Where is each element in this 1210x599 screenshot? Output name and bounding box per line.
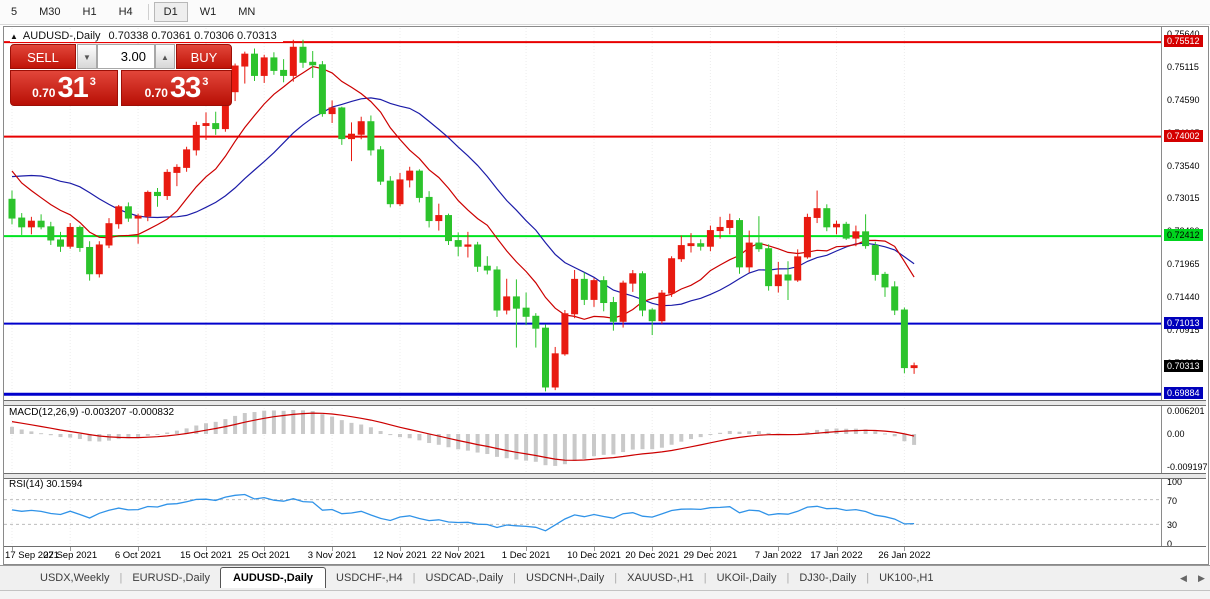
macd-axis[interactable]: 0.006201 0.00 -0.009197 bbox=[1163, 405, 1207, 473]
bid-pipette: 3 bbox=[90, 76, 96, 88]
collapse-triangle-icon[interactable]: ▲ bbox=[10, 32, 18, 41]
chart-window: ▲ AUDUSD-,Daily 0.70338 0.70361 0.70306 0.… bbox=[3, 26, 1209, 565]
bid-prefix: 0.70 bbox=[32, 86, 55, 100]
price-axis[interactable]: 0.756400.751150.745900.740650.735400.730… bbox=[1163, 27, 1207, 400]
tabs-scroll-left-icon[interactable]: ◀ bbox=[1180, 573, 1187, 584]
timeframe-button-5[interactable]: 5 bbox=[1, 2, 27, 22]
timeframe-button-mn[interactable]: MN bbox=[228, 2, 265, 22]
panel-divider[interactable] bbox=[4, 400, 1206, 406]
price-tick: 0.73015 bbox=[1167, 193, 1200, 203]
status-strip bbox=[0, 590, 1210, 599]
rsi-label: RSI(14) 30.1594 bbox=[9, 479, 82, 490]
ask-price-box[interactable]: 0.70 33 3 bbox=[121, 70, 232, 106]
time-label: 7 Jan 2022 bbox=[755, 550, 802, 561]
chart-tab-usdcnh-daily[interactable]: USDCNH-,Daily bbox=[516, 567, 614, 588]
time-label: 10 Dec 2021 bbox=[567, 550, 621, 561]
macd-label: MACD(12,26,9) -0.003207 -0.000832 bbox=[9, 407, 174, 418]
level-price-badge: 0.69884 bbox=[1164, 387, 1203, 399]
price-tick: 0.71440 bbox=[1167, 292, 1200, 302]
chart-tab-usdx-weekly[interactable]: USDX,Weekly bbox=[30, 567, 119, 588]
bid-price-box[interactable]: 0.70 31 3 bbox=[10, 70, 118, 106]
level-price-badge: 0.71013 bbox=[1164, 317, 1203, 329]
panel-divider[interactable] bbox=[4, 473, 1206, 479]
chart-tab-ukoil-daily[interactable]: UKOil-,Daily bbox=[707, 567, 787, 588]
rsi-axis-label: 70 bbox=[1167, 496, 1177, 506]
chart-tab-xauusd-h1[interactable]: XAUUSD-,H1 bbox=[617, 567, 704, 588]
time-label: 6 Oct 2021 bbox=[115, 550, 161, 561]
time-label: 29 Dec 2021 bbox=[683, 550, 737, 561]
time-label: 25 Oct 2021 bbox=[238, 550, 290, 561]
rsi-axis-label: 30 bbox=[1167, 520, 1177, 530]
macd-axis-label: 0.00 bbox=[1167, 429, 1185, 439]
chart-tab-eurusd-daily[interactable]: EURUSD-,Daily bbox=[122, 567, 220, 588]
chart-tab-uk100-h1[interactable]: UK100-,H1 bbox=[869, 567, 943, 588]
chart-tab-bar: USDX,Weekly|EURUSD-,DailyAUDUSD-,DailyUS… bbox=[0, 565, 1210, 591]
bid-main: 31 bbox=[57, 72, 87, 105]
rsi-axis[interactable]: 10070300 bbox=[1163, 477, 1207, 545]
volume-decrease-button[interactable]: ▼ bbox=[77, 44, 97, 69]
volume-input[interactable] bbox=[97, 44, 155, 69]
price-tick: 0.74590 bbox=[1167, 95, 1200, 105]
axis-separator bbox=[1161, 27, 1162, 562]
time-label: 3 Nov 2021 bbox=[308, 550, 357, 561]
toolbar-separator bbox=[148, 4, 149, 20]
ask-main: 33 bbox=[170, 72, 200, 105]
timeframe-button-h4[interactable]: H4 bbox=[109, 2, 143, 22]
time-label: 1 Dec 2021 bbox=[502, 550, 551, 561]
time-label: 27 Sep 2021 bbox=[43, 550, 97, 561]
volume-increase-button[interactable]: ▲ bbox=[155, 44, 175, 69]
level-price-badge: 0.72412 bbox=[1164, 229, 1203, 241]
timeframe-button-m30[interactable]: M30 bbox=[29, 2, 70, 22]
mt4-terminal: 5M30H1H4 D1W1MN ▲ AUDUSD-,Daily 0.70338 0.7… bbox=[0, 0, 1210, 599]
level-price-badge: 0.75512 bbox=[1164, 35, 1203, 47]
time-label: 17 Jan 2022 bbox=[810, 550, 862, 561]
ask-pipette: 3 bbox=[202, 76, 208, 88]
up-triangle-icon: ▲ bbox=[161, 53, 169, 62]
price-tick: 0.75115 bbox=[1167, 62, 1199, 72]
timeframe-button-h1[interactable]: H1 bbox=[73, 2, 107, 22]
chart-tab-dj30-daily[interactable]: DJ30-,Daily bbox=[789, 567, 866, 588]
chart-tabs: USDX,Weekly|EURUSD-,DailyAUDUSD-,DailyUS… bbox=[30, 567, 944, 588]
chart-tab-usdcad-daily[interactable]: USDCAD-,Daily bbox=[416, 567, 514, 588]
time-label: 26 Jan 2022 bbox=[878, 550, 930, 561]
macd-panel[interactable] bbox=[4, 405, 1161, 473]
chart-ohlc-values: 0.70338 0.70361 0.70306 0.70313 bbox=[109, 30, 277, 42]
macd-axis-label: -0.009197 bbox=[1167, 462, 1208, 472]
chart-symbol-label: AUDUSD-,Daily bbox=[23, 30, 101, 42]
one-click-trade-panel: SELL ▼ ▲ BUY 0.70 31 3 0.70 33 3 bbox=[10, 44, 232, 106]
level-price-badge: 0.74002 bbox=[1164, 130, 1203, 142]
tabs-scroll-right-icon[interactable]: ▶ bbox=[1198, 573, 1205, 584]
timeframe-toolbar: 5M30H1H4 D1W1MN bbox=[0, 0, 1210, 25]
timeframe-button-d1[interactable]: D1 bbox=[154, 2, 188, 22]
rsi-panel[interactable] bbox=[4, 477, 1161, 545]
macd-axis-label: 0.006201 bbox=[1167, 406, 1205, 416]
time-label: 20 Dec 2021 bbox=[625, 550, 679, 561]
buy-button[interactable]: BUY bbox=[176, 44, 232, 69]
time-axis[interactable]: 17 Sep 202127 Sep 20216 Oct 202115 Oct 2… bbox=[4, 546, 1206, 563]
chart-title: ▲ AUDUSD-,Daily 0.70338 0.70361 0.70306 0.… bbox=[10, 30, 283, 42]
down-triangle-icon: ▼ bbox=[83, 53, 91, 62]
price-tick: 0.73540 bbox=[1167, 161, 1200, 171]
timeframe-button-w1[interactable]: W1 bbox=[190, 2, 227, 22]
price-tick: 0.71965 bbox=[1167, 259, 1200, 269]
sell-button[interactable]: SELL bbox=[10, 44, 76, 69]
chart-tab-usdchf-h4[interactable]: USDCHF-,H4 bbox=[326, 567, 413, 588]
chart-tab-audusd-daily[interactable]: AUDUSD-,Daily bbox=[220, 567, 326, 588]
ask-prefix: 0.70 bbox=[145, 86, 168, 100]
time-label: 15 Oct 2021 bbox=[180, 550, 232, 561]
time-label: 12 Nov 2021 bbox=[373, 550, 427, 561]
current-price-badge: 0.70313 bbox=[1164, 360, 1203, 372]
time-label: 22 Nov 2021 bbox=[431, 550, 485, 561]
